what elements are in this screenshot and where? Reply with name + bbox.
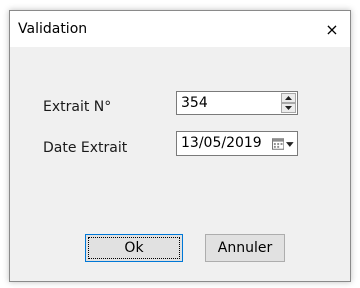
date-dropdown-button[interactable] xyxy=(272,137,294,151)
focus-rectangle xyxy=(88,237,180,259)
extrait-label: Extrait N° xyxy=(43,99,112,115)
stepper-buttons xyxy=(281,93,296,113)
cancel-button[interactable]: Annuler xyxy=(205,234,285,262)
validation-dialog: Validation × Extrait N° 354 Date Extrait… xyxy=(9,10,351,282)
spin-down-icon xyxy=(285,106,292,110)
cancel-button-label: Annuler xyxy=(217,240,273,256)
spin-down-button[interactable] xyxy=(281,103,296,113)
extrait-number-stepper[interactable]: 354 xyxy=(176,91,298,115)
close-button[interactable]: × xyxy=(314,11,350,47)
dialog-title: Validation xyxy=(18,21,88,37)
calendar-icon xyxy=(272,138,285,150)
date-value[interactable]: 13/05/2019 xyxy=(181,135,262,151)
chevron-down-icon xyxy=(286,141,294,147)
spin-up-icon xyxy=(285,96,292,100)
ok-button[interactable]: Ok xyxy=(85,234,183,262)
date-picker[interactable]: 13/05/2019 xyxy=(176,131,298,156)
extrait-number-value[interactable]: 354 xyxy=(181,95,208,111)
close-icon: × xyxy=(325,19,339,39)
date-label: Date Extrait xyxy=(43,140,128,156)
dialog-titlebar: Validation × xyxy=(10,11,350,47)
spin-up-button[interactable] xyxy=(281,93,296,103)
background-app-top xyxy=(10,0,350,10)
